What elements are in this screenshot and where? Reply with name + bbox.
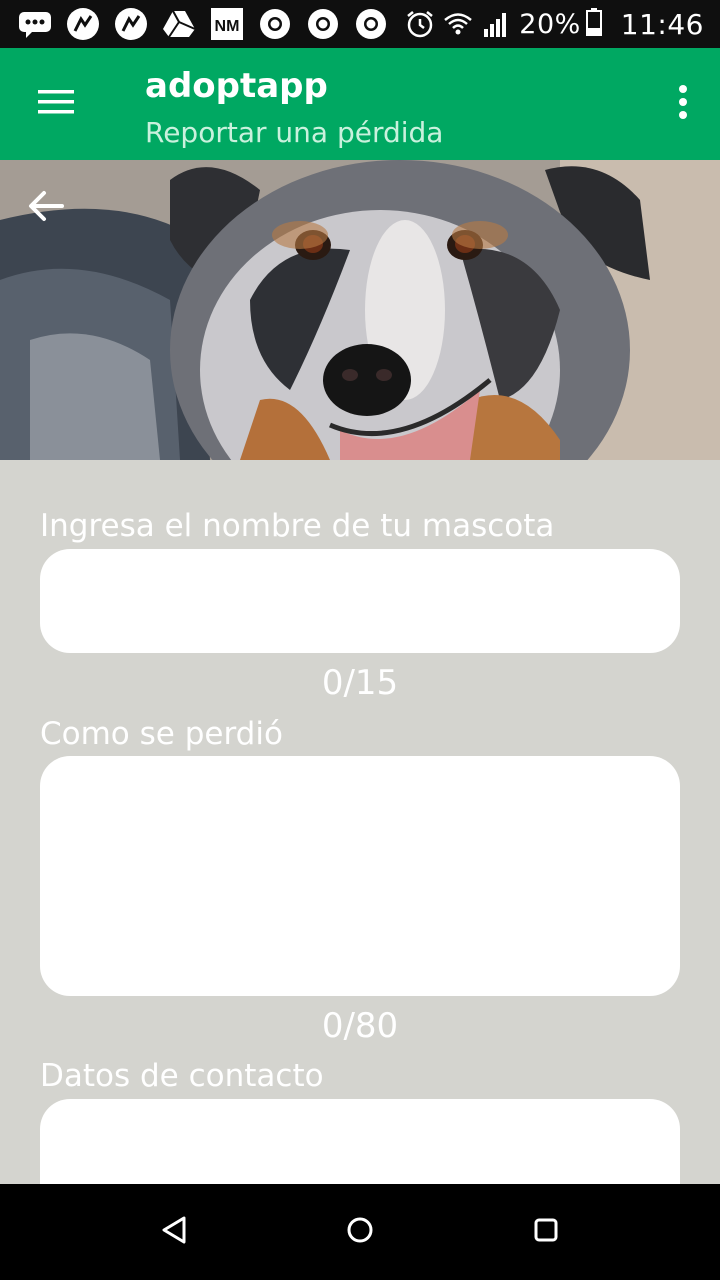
- app-subtitle: Reportar una pérdida: [145, 116, 444, 149]
- notification-icons: NM: [18, 6, 402, 42]
- battery-percent: 20%: [519, 8, 581, 40]
- message-icon: [18, 7, 52, 41]
- alarm-icon: [405, 7, 435, 41]
- battery-icon: [585, 7, 603, 42]
- app-notification-icon: [114, 7, 148, 41]
- header-image: [0, 160, 720, 460]
- how-lost-label: Como se perdió: [40, 716, 283, 752]
- dog-photo: [0, 160, 720, 460]
- back-button[interactable]: [18, 182, 74, 230]
- pet-name-input[interactable]: [40, 549, 680, 653]
- svg-text:NM: NM: [215, 18, 240, 35]
- navigation-bar: [0, 1184, 720, 1280]
- chrome-icon: [258, 7, 292, 41]
- clock: 11:46: [620, 7, 704, 41]
- contact-label: Datos de contacto: [40, 1058, 324, 1094]
- square-recents-icon: [533, 1217, 559, 1248]
- nav-back-button[interactable]: [150, 1208, 198, 1256]
- overflow-menu-button[interactable]: [666, 74, 700, 134]
- nav-recents-button[interactable]: [522, 1208, 570, 1256]
- app-bar: adoptapp Reportar una pérdida: [0, 48, 720, 160]
- signal-icon: [481, 7, 511, 41]
- app-notification-icon: [66, 7, 100, 41]
- status-bar: NM 20% 11:46: [0, 0, 720, 48]
- how-lost-counter: 0/80: [321, 1006, 399, 1046]
- circle-home-icon: [346, 1216, 374, 1249]
- menu-button[interactable]: [26, 74, 86, 134]
- chrome-icon: [306, 7, 340, 41]
- wifi-icon: [443, 7, 473, 41]
- triangle-back-icon: [160, 1215, 188, 1250]
- how-lost-textarea[interactable]: [40, 756, 680, 996]
- app-title: adoptapp: [145, 66, 328, 106]
- nav-home-button[interactable]: [336, 1208, 384, 1256]
- hamburger-icon: [36, 87, 76, 122]
- pet-name-label: Ingresa el nombre de tu mascota: [40, 508, 555, 544]
- nm-icon: NM: [210, 7, 244, 41]
- chrome-icon: [354, 7, 388, 41]
- more-vert-icon: [678, 84, 688, 125]
- drive-icon: [162, 7, 196, 41]
- arrow-back-icon: [28, 190, 64, 222]
- pet-name-counter: 0/15: [321, 663, 399, 703]
